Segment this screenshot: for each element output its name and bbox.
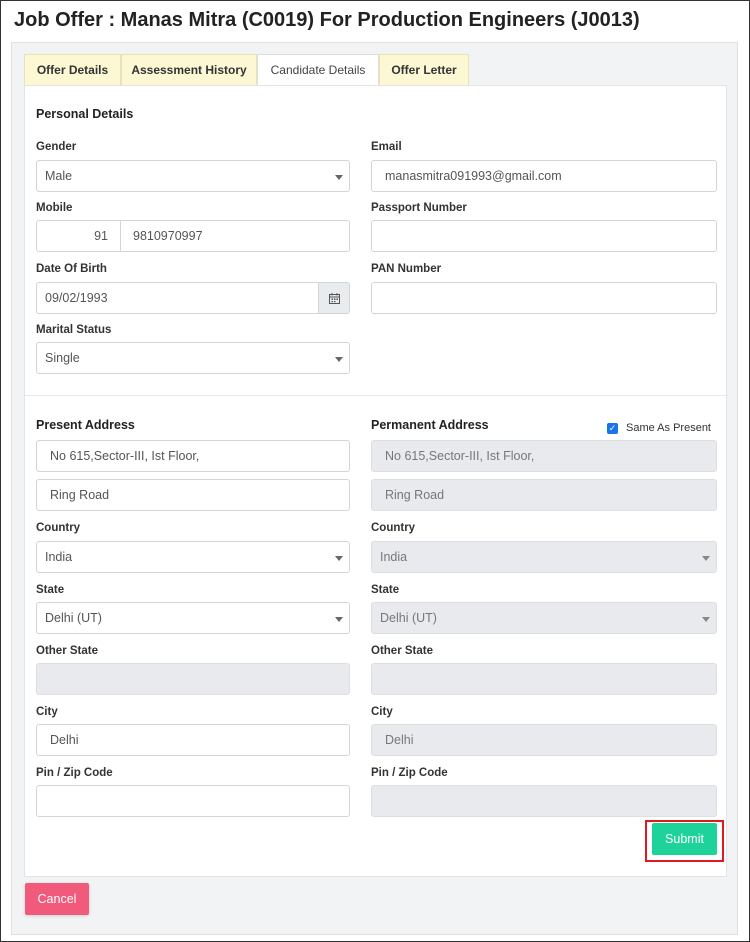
present-other-state-input xyxy=(36,663,350,695)
permanent-city-value: Delhi xyxy=(385,733,414,747)
email-label: Email xyxy=(371,141,402,153)
present-state-value: Delhi (UT) xyxy=(45,611,102,625)
present-city-input[interactable]: Delhi xyxy=(36,724,350,756)
gender-label: Gender xyxy=(36,141,77,153)
present-address-line2-input[interactable]: Ring Road xyxy=(36,479,350,511)
permanent-country-select: India xyxy=(371,541,717,573)
present-other-state-label: Other State xyxy=(36,645,98,657)
chevron-down-icon xyxy=(702,556,710,561)
calendar-button[interactable] xyxy=(318,282,350,314)
permanent-line1-value: No 615,Sector-III, Ist Floor, xyxy=(385,449,535,463)
marital-status-label: Marital Status xyxy=(36,324,112,336)
permanent-pin-label: Pin / Zip Code xyxy=(371,767,448,779)
dob-value: 09/02/1993 xyxy=(45,291,108,305)
email-field[interactable]: manasmitra091993@gmail.com xyxy=(371,160,717,192)
permanent-address-title: Permanent Address xyxy=(371,418,489,432)
dob-input[interactable]: 09/02/1993 xyxy=(36,282,319,314)
present-pin-input[interactable] xyxy=(36,785,350,817)
permanent-other-state-label: Other State xyxy=(371,645,433,657)
present-country-select[interactable]: India xyxy=(36,541,350,573)
chevron-down-icon xyxy=(335,175,343,180)
passport-label: Passport Number xyxy=(371,202,467,214)
permanent-address-line2-input: Ring Road xyxy=(371,479,717,511)
mobile-country-code-input[interactable]: 91 xyxy=(36,220,121,252)
present-state-label: State xyxy=(36,584,65,596)
gender-select[interactable]: Male xyxy=(36,160,350,192)
permanent-city-input: Delhi xyxy=(371,724,717,756)
permanent-country-value: India xyxy=(380,550,408,564)
pan-label: PAN Number xyxy=(371,263,442,275)
submit-button[interactable]: Submit xyxy=(652,823,717,855)
present-city-label: City xyxy=(36,706,58,718)
tab-offer-letter[interactable]: Offer Letter xyxy=(379,54,469,85)
page-title: Job Offer : Manas Mitra (C0019) For Prod… xyxy=(14,9,640,31)
same-as-present-checkbox[interactable]: ✓ xyxy=(607,423,618,434)
personal-details-title: Personal Details xyxy=(36,107,134,121)
tab-offer-details[interactable]: Offer Details xyxy=(24,54,121,85)
permanent-state-select: Delhi (UT) xyxy=(371,602,717,634)
permanent-address-line1-input: No 615,Sector-III, Ist Floor, xyxy=(371,440,717,472)
gender-value: Male xyxy=(45,169,73,183)
tab-candidate-details[interactable]: Candidate Details xyxy=(257,54,379,85)
permanent-city-label: City xyxy=(371,706,393,718)
present-line2-value: Ring Road xyxy=(50,488,110,502)
permanent-country-label: Country xyxy=(371,522,416,534)
present-city-value: Delhi xyxy=(50,733,79,747)
permanent-pin-input xyxy=(371,785,717,817)
dob-label: Date Of Birth xyxy=(36,263,107,275)
present-state-select[interactable]: Delhi (UT) xyxy=(36,602,350,634)
chevron-down-icon xyxy=(335,357,343,362)
calendar-icon xyxy=(328,292,340,304)
check-icon: ✓ xyxy=(608,423,617,433)
chevron-down-icon xyxy=(702,617,710,622)
present-pin-label: Pin / Zip Code xyxy=(36,767,113,779)
tab-assessment-history[interactable]: Assessment History xyxy=(121,54,257,85)
mobile-label: Mobile xyxy=(36,202,73,214)
permanent-other-state-input xyxy=(371,663,717,695)
mobile-number-input[interactable]: 9810970997 xyxy=(121,220,350,252)
chevron-down-icon xyxy=(335,556,343,561)
candidate-details-card: Personal Details Gender Male Email manas… xyxy=(24,85,728,877)
permanent-line2-value: Ring Road xyxy=(385,488,445,502)
cancel-button[interactable]: Cancel xyxy=(25,883,89,915)
permanent-state-value: Delhi (UT) xyxy=(380,611,437,625)
marital-status-value: Single xyxy=(45,351,80,365)
marital-status-select[interactable]: Single xyxy=(36,342,350,374)
present-country-value: India xyxy=(45,550,73,564)
present-country-label: Country xyxy=(36,522,81,534)
present-address-title: Present Address xyxy=(36,418,135,432)
passport-number-input[interactable] xyxy=(371,220,717,252)
tab-bar: Offer Details Assessment History Candida… xyxy=(24,54,469,85)
present-address-line1-input[interactable]: No 615,Sector-III, Ist Floor, xyxy=(36,440,350,472)
present-line1-value: No 615,Sector-III, Ist Floor, xyxy=(50,449,200,463)
email-value: manasmitra091993@gmail.com xyxy=(385,169,562,183)
permanent-state-label: State xyxy=(371,584,400,596)
section-divider xyxy=(25,395,728,396)
same-as-present-label[interactable]: Same As Present xyxy=(626,422,711,434)
pan-number-input[interactable] xyxy=(371,282,717,314)
chevron-down-icon xyxy=(335,617,343,622)
